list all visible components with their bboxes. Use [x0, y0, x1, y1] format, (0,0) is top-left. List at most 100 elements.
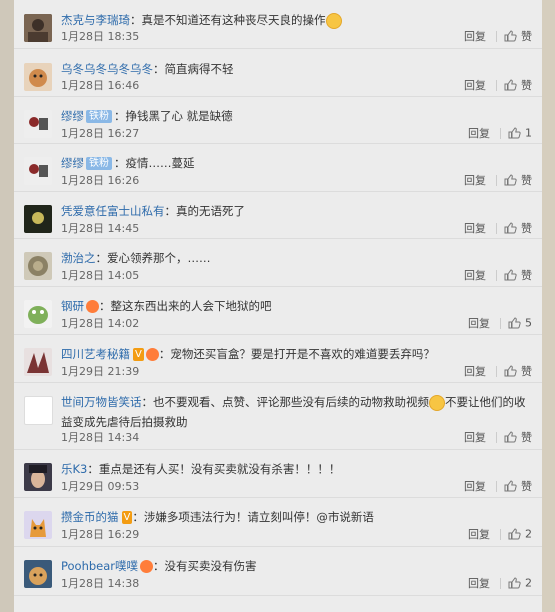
thumbs-up-icon	[508, 317, 521, 329]
comment-date: 1月28日 14:34	[61, 431, 140, 444]
right-page-margin	[542, 0, 555, 612]
like-button[interactable]: 1	[508, 126, 532, 140]
comment-panel: 杰克与李瑞琦：真是不知道还有这种丧尽天良的操作 1月28日 18:35 回复赞 …	[14, 0, 542, 612]
comment-date: 1月29日 09:53	[61, 480, 140, 493]
avatar[interactable]	[24, 110, 52, 138]
divider	[496, 222, 497, 234]
comment-date: 1月28日 16:27	[61, 127, 140, 140]
username-link[interactable]: 缪缪	[61, 109, 84, 123]
avatar[interactable]	[24, 300, 52, 328]
username-link[interactable]: 攒金币的猫	[61, 510, 119, 524]
username-link[interactable]: 四川艺考秘籍	[61, 347, 130, 361]
comment-text: ：重点是还有人买！没有买卖就没有杀害！！！！	[87, 462, 341, 476]
comment-text: ：挣钱黑了心 就是缺德	[114, 109, 233, 123]
like-button[interactable]: 赞	[504, 430, 532, 444]
like-button[interactable]: 赞	[504, 364, 532, 378]
reply-button[interactable]: 回复	[468, 528, 490, 541]
comment-item: 四川艺考秘籍 V ：宠物还买盲盒？要是打开是不喜欢的难道要丢弃吗？ 1月29日 21…	[14, 335, 542, 383]
like-button[interactable]: 赞	[504, 479, 532, 493]
like-button[interactable]: 2	[508, 576, 532, 590]
reply-button[interactable]: 回复	[464, 30, 486, 43]
like-button[interactable]: 2	[508, 527, 532, 541]
comment-item: 凭爱意任富士山私有：真的无语死了 1月28日 14:45 回复 赞	[14, 192, 542, 239]
fan-badge: 铁粉	[86, 110, 112, 123]
comment-item: 钢研 ：整这东西出来的人会下地狱的吧 1月28日 14:02 回复 5	[14, 287, 542, 335]
reply-button[interactable]: 回复	[464, 365, 486, 378]
verified-badge: V	[133, 348, 144, 361]
comment-text: ：真是不知道还有这种丧尽天良的操作	[130, 13, 326, 27]
username-link[interactable]: 乐K3	[61, 462, 87, 476]
avatar[interactable]	[24, 463, 52, 491]
divider	[496, 269, 497, 281]
reply-button[interactable]: 回复	[464, 79, 486, 92]
comment-text: ：宠物还买盲盒？要是打开是不喜欢的难道要丢弃吗？	[158, 347, 435, 361]
comment-text: ：真的无语死了	[164, 204, 246, 218]
comment-text: ：整这东西出来的人会下地狱的吧	[99, 299, 272, 313]
reply-button[interactable]: 回复	[464, 480, 486, 493]
username-link[interactable]: 世间万物皆笑话	[61, 395, 142, 409]
reply-button[interactable]: 回复	[464, 222, 486, 235]
comment-text: ：涉嫌多项违法行为！请立刻叫停！@市说新语	[132, 510, 374, 524]
like-button[interactable]: 赞	[504, 173, 532, 187]
comment-item: 乌冬乌冬乌冬乌冬：简直病得不轻 1月28日 16:46 回复 赞	[14, 49, 542, 97]
username-link[interactable]: 钢研	[61, 299, 84, 313]
like-button[interactable]: 赞	[504, 29, 532, 43]
fan-club-icon	[145, 348, 159, 361]
reply-button[interactable]: 回复	[464, 174, 486, 187]
reply-button[interactable]: 回复	[468, 577, 490, 590]
avatar[interactable]	[24, 511, 52, 539]
username-link[interactable]: 渤治之	[61, 251, 96, 265]
comment-date: 1月29日 21:39	[61, 365, 140, 378]
comment-text: ：也不要观看、点赞、评论那些没有后续的动物救助视频	[141, 395, 430, 409]
avatar[interactable]	[24, 63, 52, 91]
avatar[interactable]	[24, 14, 52, 42]
like-button[interactable]: 赞	[504, 268, 532, 282]
fan-club-icon	[140, 560, 154, 573]
like-button[interactable]: 赞	[504, 221, 532, 235]
comment-item: 世间万物皆笑话：也不要观看、点赞、评论那些没有后续的动物救助视频 不要让他们的收益…	[14, 383, 542, 450]
thumbs-up-icon	[504, 222, 517, 234]
username-link[interactable]: 杰克与李瑞琦	[61, 13, 130, 27]
comment-item: Poohbear噗噗 ：没有买卖没有伤害 1月28日 14:38 回复 2	[14, 547, 542, 596]
comment-date: 1月28日 18:35	[61, 30, 140, 43]
username-link[interactable]: Poohbear噗噗	[61, 559, 138, 573]
divider	[496, 30, 497, 42]
username-link[interactable]: 乌冬乌冬乌冬乌冬	[61, 62, 153, 76]
avatar[interactable]	[24, 560, 52, 588]
like-button[interactable]: 赞	[504, 78, 532, 92]
smile-emoji-icon	[325, 12, 342, 29]
divider	[500, 317, 501, 329]
left-page-margin	[0, 0, 14, 612]
divider	[500, 577, 501, 589]
reply-button[interactable]: 回复	[464, 269, 486, 282]
comment-date: 1月28日 16:29	[61, 528, 140, 541]
reply-button[interactable]: 回复	[468, 127, 490, 140]
divider	[496, 174, 497, 186]
thumbs-up-icon	[504, 30, 517, 42]
thumbs-up-icon	[504, 79, 517, 91]
comment-date: 1月28日 14:45	[61, 222, 140, 235]
divider	[500, 528, 501, 540]
avatar[interactable]	[24, 396, 53, 425]
divider	[496, 79, 497, 91]
comment-date: 1月28日 14:05	[61, 269, 140, 282]
comment-item: 缪缪 铁粉 ：疫情……蔓延 1月28日 16:26 回复 赞	[14, 144, 542, 192]
thumbs-up-icon	[504, 269, 517, 281]
smile-emoji-icon	[429, 394, 445, 411]
thumbs-up-icon	[504, 431, 517, 443]
avatar[interactable]	[24, 205, 52, 233]
like-button[interactable]: 5	[508, 316, 532, 330]
avatar[interactable]	[24, 252, 52, 280]
avatar[interactable]	[24, 157, 52, 185]
thumbs-up-icon	[504, 480, 517, 492]
comment-date: 1月28日 16:26	[61, 174, 140, 187]
comment-date: 1月28日 14:02	[61, 317, 140, 330]
verified-badge: V	[121, 511, 133, 524]
reply-button[interactable]: 回复	[468, 317, 490, 330]
username-link[interactable]: 缪缪	[61, 156, 84, 170]
username-link[interactable]: 凭爱意任富士山私有	[61, 204, 165, 218]
avatar[interactable]	[24, 348, 52, 376]
reply-button[interactable]: 回复	[464, 431, 486, 444]
divider	[496, 431, 497, 443]
comment-text: ：疫情……蔓延	[114, 156, 195, 170]
